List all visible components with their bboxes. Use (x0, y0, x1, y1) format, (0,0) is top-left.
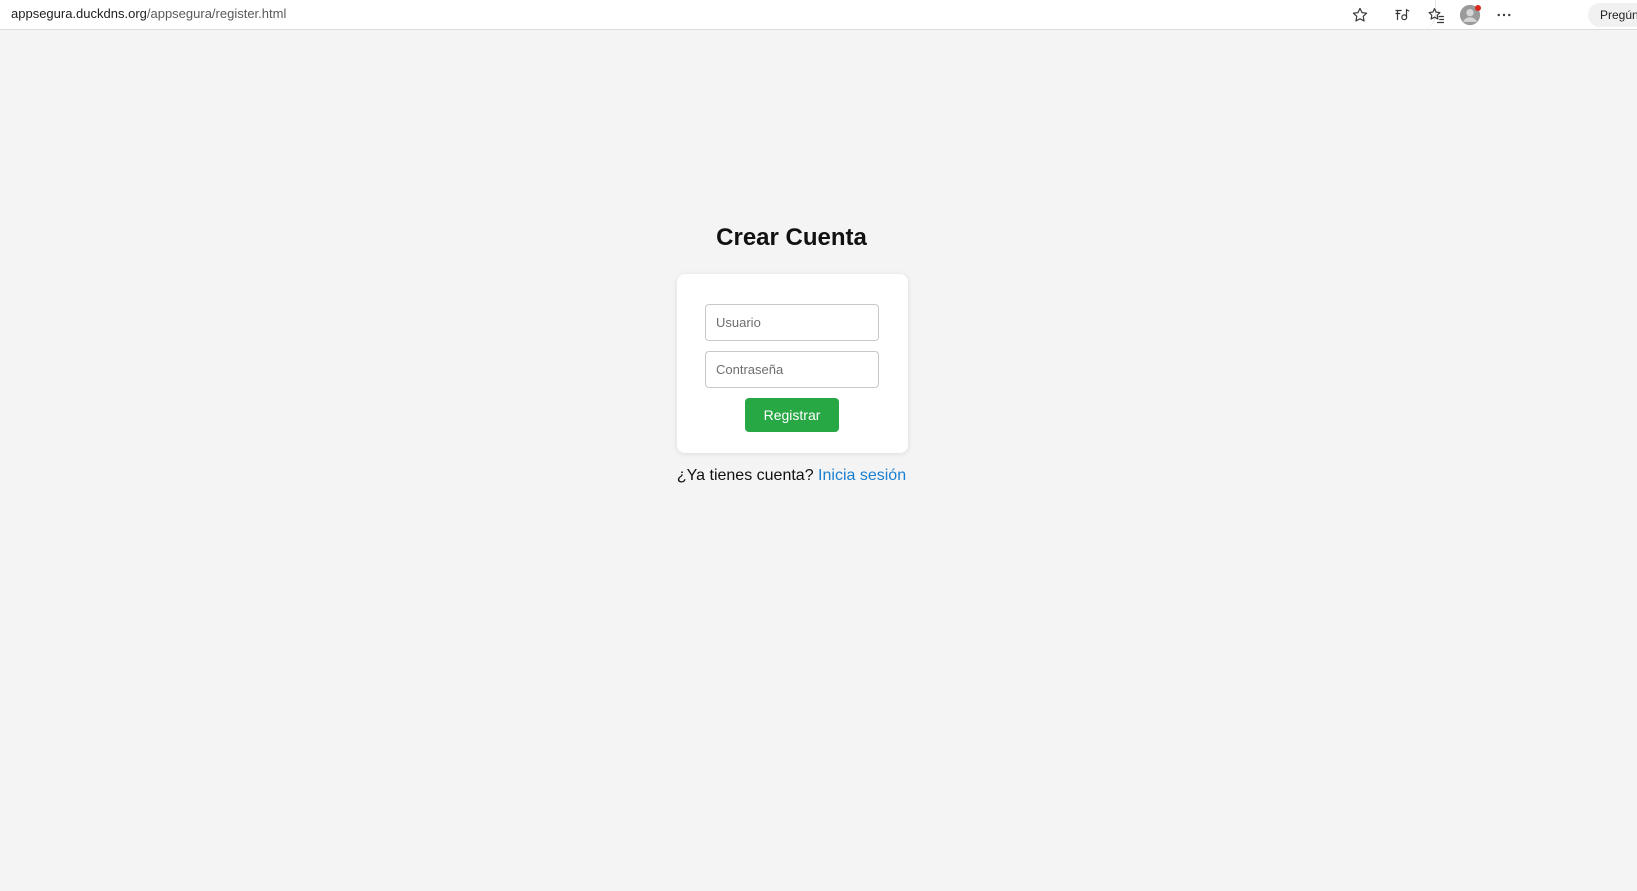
profile-avatar-icon[interactable] (1459, 4, 1481, 26)
address-bar[interactable]: appsegura.duckdns.org/appsegura/register… (0, 0, 1436, 29)
url-text[interactable]: appsegura.duckdns.org/appsegura/register… (11, 6, 286, 21)
more-options-icon[interactable] (1493, 4, 1515, 26)
register-button[interactable]: Registrar (745, 398, 839, 432)
register-form-card: Registrar (677, 274, 908, 453)
username-input[interactable] (705, 304, 879, 341)
favorites-icon[interactable] (1425, 4, 1447, 26)
notification-dot (1475, 5, 1481, 11)
star-icon[interactable] (1349, 4, 1371, 26)
url-path: /appsegura/register.html (146, 6, 287, 21)
login-prompt-text: ¿Ya tienes cuenta? (676, 467, 814, 484)
read-aloud-icon[interactable] (1391, 4, 1413, 26)
page-title: Crear Cuenta (716, 224, 867, 251)
copilot-ask-button[interactable]: Pregúntale a Copilot (1588, 3, 1637, 27)
browser-toolbar: appsegura.duckdns.org/appsegura/register… (0, 0, 1637, 30)
password-input[interactable] (705, 351, 879, 388)
login-link[interactable]: Inicia sesión (818, 467, 906, 484)
login-prompt: ¿Ya tienes cuenta? Inicia sesión (0, 467, 1583, 485)
url-host: appsegura.duckdns.org (11, 6, 147, 21)
